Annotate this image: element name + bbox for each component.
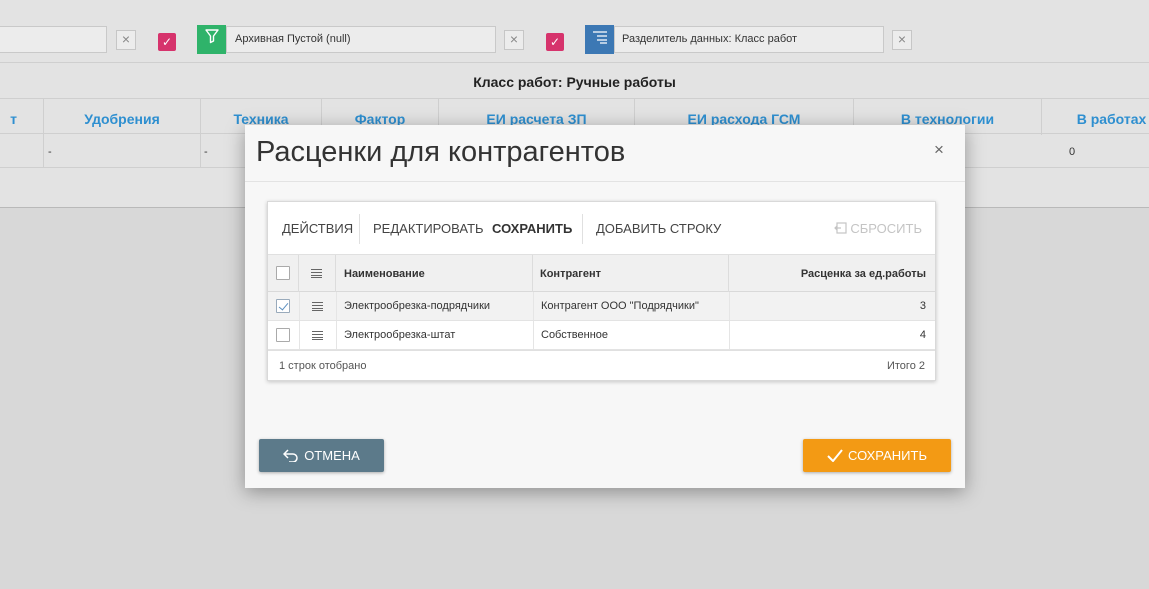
filter-icon <box>197 25 226 54</box>
table-footer: 1 строк отобрано Итого 2 <box>268 350 935 380</box>
table-row[interactable]: Электрообрезка-подрядчики Контрагент ООО… <box>268 292 935 321</box>
undo-icon <box>283 439 299 472</box>
cell-divider <box>299 321 300 349</box>
reset-icon <box>834 222 847 234</box>
grid-toolbar: ДЕЙСТВИЯ РЕДАКТИРОВАТЬ СОХРАНИТЬ ДОБАВИТ… <box>268 202 935 254</box>
cell-divider <box>533 292 534 320</box>
cell-contractor[interactable]: Собственное <box>541 321 608 349</box>
edit-button[interactable]: РЕДАКТИРОВАТЬ <box>373 202 484 254</box>
cell-divider <box>336 321 337 349</box>
select-all-checkbox[interactable] <box>276 266 290 280</box>
total-count: Итого 2 <box>886 360 925 372</box>
rates-grid-panel: ДЕЙСТВИЯ РЕДАКТИРОВАТЬ СОХРАНИТЬ ДОБАВИТ… <box>267 201 936 381</box>
dialog-title: Расценки для контрагентов <box>256 136 626 168</box>
row-checkbox[interactable] <box>276 299 290 313</box>
cell-divider <box>729 292 730 320</box>
toolbar-divider <box>359 214 360 244</box>
cell-divider <box>729 321 730 349</box>
column-header-contractor[interactable]: Контрагент <box>533 255 729 292</box>
select-all-cell <box>268 255 299 292</box>
column-header-name[interactable]: Наименование <box>336 255 533 292</box>
reset-button[interactable]: СБРОСИТЬ <box>834 202 922 254</box>
add-row-button[interactable]: ДОБАВИТЬ СТРОКУ <box>596 202 721 254</box>
filter-row: × ✓ Архивная Пустой (null) × ✓ Разделите… <box>0 18 1149 62</box>
save-button[interactable]: СОХРАНИТЬ <box>803 439 951 472</box>
filter-field-separator[interactable]: Разделитель данных: Класс работ <box>614 26 884 53</box>
filter-2-checkbox[interactable]: ✓ <box>546 33 564 51</box>
column-header-rate[interactable]: Расценка за ед.работы <box>729 255 935 292</box>
toolbar-divider <box>582 214 583 244</box>
separator-icon <box>585 25 614 54</box>
selected-count: 1 строк отобрано <box>279 360 367 372</box>
filter-1-checkbox[interactable]: ✓ <box>158 33 176 51</box>
actions-menu-button[interactable]: ДЕЙСТВИЯ <box>282 202 353 254</box>
filter-field-archive[interactable]: Архивная Пустой (null) <box>226 26 496 53</box>
cell-divider <box>299 292 300 320</box>
column-header-fertilizers[interactable]: Удобрения <box>44 99 201 135</box>
list-lines-icon[interactable] <box>312 302 323 311</box>
column-header-in-works[interactable]: В работах <box>1042 99 1149 135</box>
contractor-rates-dialog: Расценки для контрагентов × ДЕЙСТВИЯ РЕД… <box>245 125 965 488</box>
class-title: Класс работ: Ручные работы <box>0 62 1149 98</box>
column-header[interactable]: т <box>0 99 44 135</box>
grid-cell: - <box>44 134 201 168</box>
cell-name[interactable]: Электрообрезка-подрядчики <box>344 292 490 320</box>
list-lines-icon[interactable] <box>311 269 322 278</box>
cancel-button[interactable]: ОТМЕНА <box>259 439 384 472</box>
filter-field-1[interactable] <box>0 26 107 53</box>
toolbar-save-button[interactable]: СОХРАНИТЬ <box>492 202 572 254</box>
grid-cell <box>0 134 44 168</box>
table-header: Наименование Контрагент Расценка за ед.р… <box>268 254 935 292</box>
cell-rate[interactable]: 3 <box>920 292 926 320</box>
list-lines-icon[interactable] <box>312 331 323 340</box>
cell-rate[interactable]: 4 <box>920 321 926 349</box>
clear-filter-1-icon[interactable]: × <box>116 30 136 50</box>
grid-cell: 0 <box>1068 146 1076 158</box>
close-icon[interactable]: × <box>930 141 948 159</box>
divider <box>245 181 965 182</box>
cell-divider <box>533 321 534 349</box>
cell-name[interactable]: Электрообрезка-штат <box>344 321 455 349</box>
clear-filter-3-icon[interactable]: × <box>892 30 912 50</box>
cell-divider <box>336 292 337 320</box>
row-menu-header <box>299 255 336 292</box>
cell-contractor[interactable]: Контрагент ООО "Подрядчики" <box>541 292 699 320</box>
table-row[interactable]: Электрообрезка-штат Собственное 4 <box>268 321 935 350</box>
row-checkbox[interactable] <box>276 328 290 342</box>
check-icon <box>827 439 843 472</box>
clear-filter-2-icon[interactable]: × <box>504 30 524 50</box>
